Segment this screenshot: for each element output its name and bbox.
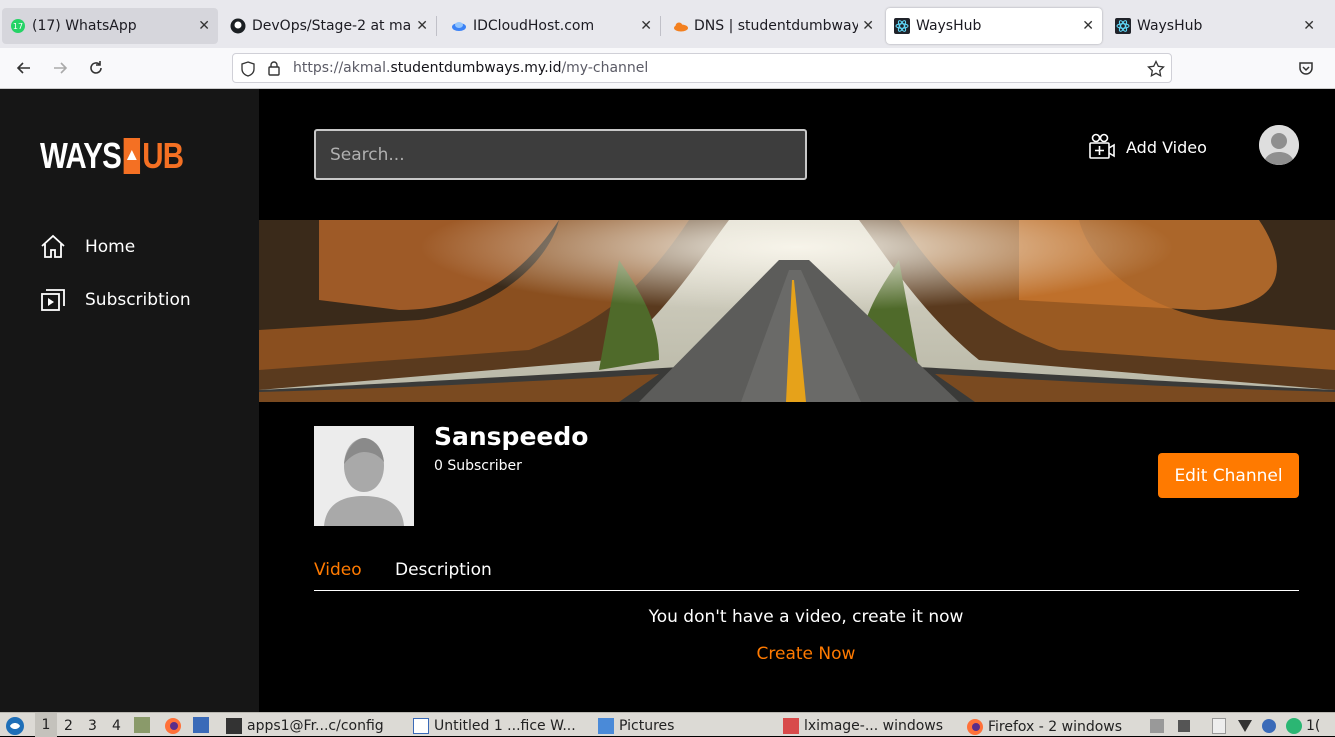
close-icon[interactable]: ✕ <box>862 18 874 34</box>
back-button[interactable] <box>13 57 35 79</box>
tab-title: IDCloudHost.com <box>473 18 595 34</box>
react-icon <box>1115 18 1131 34</box>
start-menu-icon[interactable] <box>5 716 25 736</box>
url-text: https://akmal.studentdumbways.my.id/my-c… <box>293 60 649 76</box>
channel-avatar-placeholder-icon <box>314 426 414 526</box>
play-logo-icon <box>123 138 140 174</box>
lock-icon <box>268 61 280 76</box>
tab-video[interactable]: Video <box>314 560 362 580</box>
sidebar-item-label: Subscribtion <box>85 290 191 310</box>
browser-chrome: 17 (17) WhatsApp ✕ DevOps/Stage-2 at mai… <box>0 0 1335 89</box>
navigation-toolbar: https://akmal.studentdumbways.my.id/my-c… <box>0 48 1335 89</box>
add-video-camera-icon <box>1089 133 1115 159</box>
firefox-launcher-icon[interactable] <box>164 717 182 735</box>
bookmark-star-icon <box>1147 60 1165 78</box>
home-icon <box>41 234 65 258</box>
channel-tabs: Video Description <box>314 560 1299 591</box>
github-icon <box>230 18 246 34</box>
image-viewer-icon <box>783 718 799 734</box>
browser-tab-idcloudhost[interactable]: IDCloudHost.com ✕ <box>443 8 661 44</box>
reload-icon <box>90 61 102 74</box>
pocket-icon <box>1299 62 1313 75</box>
whatsapp-icon: 17 <box>10 18 26 34</box>
edit-channel-button[interactable]: Edit Channel <box>1158 453 1299 498</box>
create-now-link[interactable]: Create Now <box>259 644 1335 664</box>
arrow-right-icon <box>54 62 68 74</box>
sidebar: WAYS UB Home Subscribtion <box>0 89 259 712</box>
taskbar-item-terminal[interactable]: apps1@Fr...c/config <box>226 718 384 734</box>
firefox-icon <box>967 719 983 735</box>
tab-title: WaysHub <box>1137 18 1203 34</box>
tab-title: DNS | studentdumbways <box>694 18 859 34</box>
empty-state-message: You don't have a video, create it now <box>648 607 964 627</box>
close-icon[interactable]: ✕ <box>416 18 428 34</box>
tray-icons: 1( <box>1150 718 1320 734</box>
document-icon <box>413 718 429 734</box>
wifi-icon[interactable] <box>1238 720 1252 732</box>
subscription-icon <box>41 289 65 311</box>
add-video-button[interactable]: Add Video <box>1088 133 1207 161</box>
sidebar-item-home[interactable]: Home <box>40 234 135 260</box>
browser-tab-dns[interactable]: DNS | studentdumbways ✕ <box>664 8 882 44</box>
terminal-icon <box>226 718 242 734</box>
folder-icon <box>598 718 614 734</box>
browser-tab-whatsapp[interactable]: 17 (17) WhatsApp ✕ <box>2 8 218 44</box>
react-icon <box>894 18 910 34</box>
search-input[interactable] <box>314 129 807 180</box>
url-bar[interactable]: https://akmal.studentdumbways.my.id/my-c… <box>232 53 1172 83</box>
subscriber-count: 0 Subscriber <box>434 458 522 474</box>
desktop-launcher-icon[interactable] <box>193 717 214 733</box>
tab-strip: 17 (17) WhatsApp ✕ DevOps/Stage-2 at mai… <box>0 0 1335 48</box>
arrow-left-icon <box>16 62 30 74</box>
channel-name: Sanspeedo <box>434 422 589 451</box>
sidebar-item-subscription[interactable]: Subscribtion <box>40 287 191 313</box>
battery-icon[interactable] <box>1150 719 1164 733</box>
idcloudhost-icon <box>451 18 467 34</box>
close-icon[interactable]: ✕ <box>1082 18 1094 34</box>
workspace-2[interactable]: 2 <box>64 718 73 734</box>
taskbar-item-firefox[interactable]: Firefox - 2 windows <box>966 718 1122 736</box>
channel-content: Sanspeedo 0 Subscriber Edit Channel Vide… <box>259 402 1335 712</box>
channel-banner <box>259 220 1335 402</box>
browser-tab-wayshub[interactable]: WaysHub ✕ <box>1107 8 1323 44</box>
user-avatar-icon <box>1259 125 1299 165</box>
tab-title: WaysHub <box>916 18 982 34</box>
close-icon[interactable]: ✕ <box>1303 18 1315 34</box>
clock[interactable]: 1( <box>1306 718 1320 734</box>
clipboard-icon[interactable] <box>1212 718 1226 734</box>
tab-title: (17) WhatsApp <box>32 18 137 34</box>
shield-icon <box>241 61 255 77</box>
taskbar-item-pictures[interactable]: Pictures <box>598 718 674 734</box>
app-header: Add Video <box>259 89 1335 220</box>
close-icon[interactable]: ✕ <box>640 18 652 34</box>
autumn-road-banner-image <box>259 220 1335 402</box>
tab-title: DevOps/Stage-2 at main <box>252 18 413 34</box>
pocket-button[interactable] <box>1295 57 1317 79</box>
browser-tab-wayshub-active[interactable]: WaysHub ✕ <box>886 8 1102 44</box>
workspace-3[interactable]: 3 <box>88 718 97 734</box>
sidebar-item-label: Home <box>85 237 136 257</box>
notification-icon[interactable] <box>1262 719 1276 733</box>
close-icon[interactable]: ✕ <box>198 18 210 34</box>
taskbar-item-lximage[interactable]: lximage-... windows <box>783 718 943 734</box>
desktop-taskbar: 1 2 3 4 apps1@Fr...c/config Untitled 1 .… <box>0 712 1335 737</box>
file-manager-launcher-icon[interactable] <box>134 717 155 733</box>
taskbar-item-writer[interactable]: Untitled 1 ...fice W... <box>413 718 576 734</box>
forward-button[interactable] <box>49 57 71 79</box>
add-video-label: Add Video <box>1126 137 1207 157</box>
workspace-4[interactable]: 4 <box>112 718 121 734</box>
update-icon[interactable] <box>1286 718 1302 734</box>
whatsapp-badge: 17 <box>13 22 23 31</box>
browser-tab-github[interactable]: DevOps/Stage-2 at main ✕ <box>222 8 437 44</box>
reload-button[interactable] <box>85 57 107 79</box>
volume-icon[interactable] <box>1178 720 1190 732</box>
user-avatar[interactable] <box>1259 125 1299 165</box>
workspace-1[interactable]: 1 <box>35 713 57 737</box>
tab-description[interactable]: Description <box>395 560 492 580</box>
wayshub-logo[interactable]: WAYS UB <box>40 135 184 177</box>
cloudflare-icon <box>672 18 688 34</box>
channel-avatar <box>314 426 414 526</box>
